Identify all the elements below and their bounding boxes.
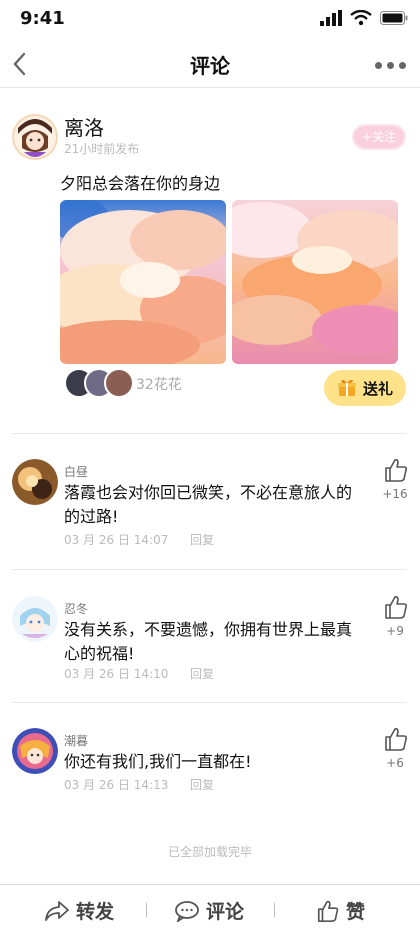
commenter-avatar[interactable] — [12, 459, 58, 505]
thumbs-up-icon[interactable] — [384, 726, 408, 752]
comment-time: 03 月 26 日 14:07 — [64, 533, 169, 547]
thumbs-up-icon[interactable] — [384, 457, 408, 483]
gift-label: 送礼 — [362, 379, 393, 398]
status-bar: 9:41 — [0, 0, 420, 40]
comment-item: 忍冬 没有关系，不要遗憾，你拥有世界上最真心的祝福! 03 月 26 日 14:… — [0, 572, 420, 700]
comment-text: 没有关系，不要遗憾，你拥有世界上最真心的祝福! — [64, 620, 353, 663]
more-dots-icon[interactable] — [375, 62, 406, 69]
author-name[interactable]: 离洛 — [64, 112, 104, 141]
comment-icon — [175, 900, 199, 922]
share-label: 转发 — [76, 901, 115, 923]
gift-icon — [337, 379, 356, 396]
like-count: +6 — [386, 756, 404, 770]
comment-label: 评论 — [206, 901, 245, 923]
status-icons — [320, 10, 408, 26]
reply-button[interactable]: 回复 — [190, 776, 214, 793]
signal-icon — [320, 10, 342, 26]
thumbs-up-icon — [317, 900, 339, 922]
follow-button[interactable]: +关注 — [352, 124, 406, 150]
comment-item: 白昼 落霞也会对你回已微笑，不必在意旅人的的过路! 03 月 26 日 14:0… — [0, 435, 420, 563]
commenter-avatar[interactable] — [12, 596, 58, 642]
share-icon — [45, 900, 69, 921]
commenter-name[interactable]: 白昼 — [64, 463, 88, 480]
post-card: 离洛 21小时前发布 +关注 夕阳总会落在你的身边 32花花 送礼 — [0, 88, 420, 436]
nav-bar: 评论 — [0, 40, 420, 88]
comment-time: 03 月 26 日 14:13 — [64, 778, 169, 792]
post-image-1[interactable] — [60, 200, 226, 364]
page-title: 评论 — [190, 54, 230, 78]
comment-text: 你还有我们,我们一直都在! — [64, 752, 252, 771]
commenter-avatar[interactable] — [12, 728, 58, 774]
liker-avatar — [104, 368, 134, 398]
commenter-name[interactable]: 忍冬 — [64, 600, 88, 617]
comment-button[interactable]: 评论 — [174, 897, 244, 924]
status-time: 9:41 — [20, 8, 65, 29]
comment-text: 落霞也会对你回已微笑，不必在意旅人的的过路! — [64, 483, 353, 526]
bottom-action-bar: 转发 评论 赞 — [0, 884, 420, 933]
reply-button[interactable]: 回复 — [190, 531, 214, 548]
commenter-name[interactable]: 潮暮 — [64, 732, 88, 749]
thumbs-up-icon[interactable] — [384, 594, 408, 620]
post-text: 夕阳总会落在你的身边 — [60, 174, 221, 193]
like-count: +9 — [386, 624, 404, 638]
divider — [12, 433, 406, 434]
author-avatar[interactable] — [12, 114, 58, 160]
all-loaded-note: 已全部加载完毕 — [167, 845, 252, 859]
share-button[interactable]: 转发 — [44, 897, 114, 924]
comment-item: 潮暮 你还有我们,我们一直都在! 03 月 26 日 14:13 回复 +6 — [0, 704, 420, 832]
like-label: 赞 — [346, 901, 366, 923]
like-button[interactable]: 赞 — [316, 897, 365, 924]
wifi-icon — [350, 10, 372, 26]
divider — [12, 569, 406, 570]
comment-time: 03 月 26 日 14:10 — [64, 667, 169, 681]
post-image-2[interactable] — [232, 200, 398, 364]
gift-button[interactable]: 送礼 — [324, 370, 406, 406]
flower-count: 32花花 — [136, 377, 182, 393]
liker-avatars[interactable] — [64, 368, 144, 398]
reply-button[interactable]: 回复 — [190, 665, 214, 682]
battery-icon — [380, 11, 408, 25]
separator — [146, 903, 147, 917]
separator — [274, 903, 275, 917]
divider — [12, 702, 406, 703]
like-count: +16 — [382, 487, 408, 501]
post-time: 21小时前发布 — [64, 142, 140, 156]
